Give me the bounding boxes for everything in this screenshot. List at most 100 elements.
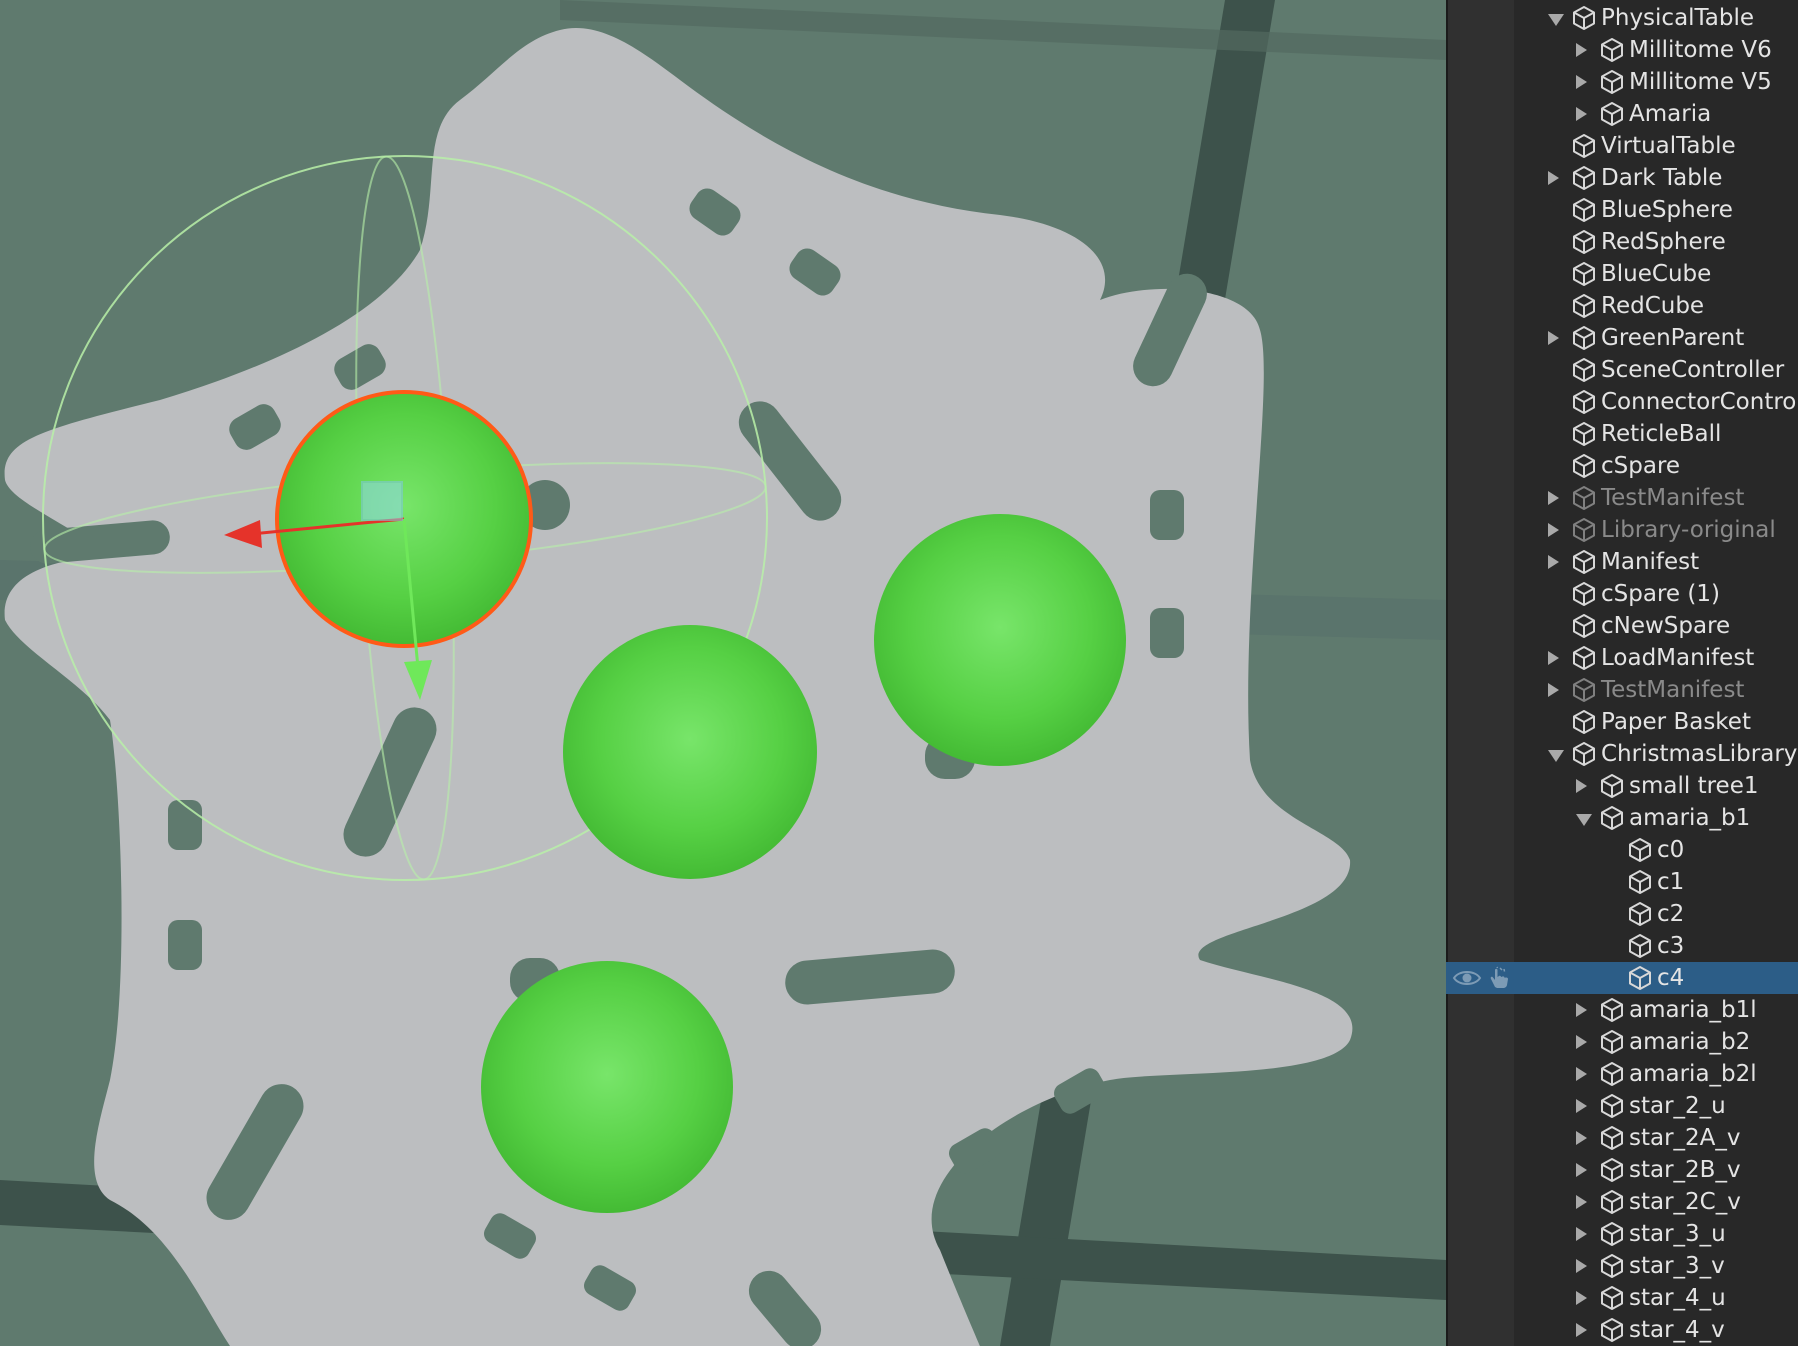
gameobject-cube-icon — [1627, 869, 1653, 895]
hierarchy-item[interactable]: Manifest — [1446, 546, 1798, 578]
scene-viewport[interactable] — [0, 0, 1446, 1346]
hierarchy-item[interactable]: cSpare (1) — [1446, 578, 1798, 610]
hierarchy-item[interactable]: Dark Table — [1446, 162, 1798, 194]
collapse-arrow-icon[interactable] — [1548, 331, 1559, 345]
collapse-arrow-icon[interactable] — [1576, 1003, 1587, 1017]
gameobject-cube-icon — [1599, 773, 1625, 799]
gameobject-cube-icon — [1571, 517, 1597, 543]
hierarchy-item[interactable]: star_3_u — [1446, 1218, 1798, 1250]
hierarchy-item[interactable]: LoadManifest — [1446, 642, 1798, 674]
collapse-arrow-icon[interactable] — [1576, 1099, 1587, 1113]
expand-arrow-icon[interactable] — [1576, 814, 1592, 826]
hierarchy-item-label: star_2B_v — [1629, 1157, 1741, 1183]
hierarchy-item[interactable]: ConnectorContro — [1446, 386, 1798, 418]
collapse-arrow-icon[interactable] — [1576, 1067, 1587, 1081]
scene-view[interactable] — [0, 0, 1446, 1346]
collapse-arrow-icon[interactable] — [1576, 1195, 1587, 1209]
hierarchy-item-label: c1 — [1657, 869, 1685, 895]
gameobject-cube-icon — [1599, 1061, 1625, 1087]
collapse-arrow-icon[interactable] — [1548, 171, 1559, 185]
hierarchy-item[interactable]: amaria_b1 — [1446, 802, 1798, 834]
hierarchy-item[interactable]: c0 — [1446, 834, 1798, 866]
hierarchy-item[interactable]: cSpare — [1446, 450, 1798, 482]
hierarchy-item-label: ReticleBall — [1601, 421, 1722, 447]
collapse-arrow-icon[interactable] — [1576, 1291, 1587, 1305]
hierarchy-item[interactable]: star_4_u — [1446, 1282, 1798, 1314]
hierarchy-item[interactable]: GreenParent — [1446, 322, 1798, 354]
hierarchy-item-label: cSpare — [1601, 453, 1681, 479]
gameobject-cube-icon — [1571, 485, 1597, 511]
collapse-arrow-icon[interactable] — [1576, 1035, 1587, 1049]
hierarchy-item[interactable]: star_2C_v — [1446, 1186, 1798, 1218]
hierarchy-item-label: RedSphere — [1601, 229, 1726, 255]
collapse-arrow-icon[interactable] — [1576, 1131, 1587, 1145]
gameobject-cube-icon — [1599, 1253, 1625, 1279]
hierarchy-item[interactable]: Paper Basket — [1446, 706, 1798, 738]
hierarchy-item[interactable]: Millitome V5 — [1446, 66, 1798, 98]
hierarchy-item[interactable]: c3 — [1446, 930, 1798, 962]
hierarchy-item[interactable]: SceneController — [1446, 354, 1798, 386]
collapse-arrow-icon[interactable] — [1576, 779, 1587, 793]
collapse-arrow-icon[interactable] — [1548, 523, 1559, 537]
collapse-arrow-icon[interactable] — [1576, 1323, 1587, 1337]
hierarchy-item-label: Amaria — [1629, 101, 1712, 127]
pickable-hand-icon[interactable] — [1486, 966, 1512, 990]
collapse-arrow-icon[interactable] — [1548, 491, 1559, 505]
sphere-c2[interactable] — [874, 514, 1126, 766]
collapse-arrow-icon[interactable] — [1576, 1259, 1587, 1273]
hierarchy-item[interactable]: PhysicalTable — [1446, 2, 1798, 34]
collapse-arrow-icon[interactable] — [1576, 75, 1587, 89]
hierarchy-panel[interactable]: PhysicalTable Millitome V6 Millitome V5 Ama… — [1446, 0, 1798, 1346]
sphere-c4[interactable] — [481, 961, 733, 1213]
sphere-c1[interactable] — [563, 625, 817, 879]
hierarchy-item[interactable]: c4 — [1446, 962, 1798, 994]
hierarchy-item[interactable]: star_4_v — [1446, 1314, 1798, 1346]
gameobject-cube-icon — [1599, 1029, 1625, 1055]
hierarchy-item-label: PhysicalTable — [1601, 5, 1755, 31]
hierarchy-item[interactable]: TestManifest — [1446, 482, 1798, 514]
collapse-arrow-icon[interactable] — [1576, 1227, 1587, 1241]
hierarchy-item[interactable]: c1 — [1446, 866, 1798, 898]
gameobject-cube-icon — [1599, 1125, 1625, 1151]
hierarchy-item[interactable]: Library-original — [1446, 514, 1798, 546]
hierarchy-item[interactable]: small tree1 — [1446, 770, 1798, 802]
hierarchy-item[interactable]: RedCube — [1446, 290, 1798, 322]
collapse-arrow-icon[interactable] — [1576, 43, 1587, 57]
collapse-arrow-icon[interactable] — [1576, 107, 1587, 121]
hierarchy-item[interactable]: BlueSphere — [1446, 194, 1798, 226]
collapse-arrow-icon[interactable] — [1548, 683, 1559, 697]
gameobject-cube-icon — [1571, 133, 1597, 159]
hierarchy-item[interactable]: TestManifest — [1446, 674, 1798, 706]
hierarchy-item[interactable]: star_2_u — [1446, 1090, 1798, 1122]
hierarchy-item[interactable]: Amaria — [1446, 98, 1798, 130]
gameobject-cube-icon — [1599, 101, 1625, 127]
hierarchy-item-label: Millitome V6 — [1629, 37, 1772, 63]
hierarchy-item[interactable]: amaria_b2l — [1446, 1058, 1798, 1090]
visibility-eye-icon[interactable] — [1452, 967, 1482, 989]
hierarchy-item[interactable]: VirtualTable — [1446, 130, 1798, 162]
gameobject-cube-icon — [1571, 709, 1597, 735]
hierarchy-item[interactable]: Millitome V6 — [1446, 34, 1798, 66]
hierarchy-item[interactable]: BlueCube — [1446, 258, 1798, 290]
hierarchy-item-label: amaria_b2l — [1629, 1061, 1757, 1087]
hierarchy-item-label: c3 — [1657, 933, 1685, 959]
hierarchy-item[interactable]: cNewSpare — [1446, 610, 1798, 642]
hierarchy-item[interactable]: ReticleBall — [1446, 418, 1798, 450]
hierarchy-item[interactable]: amaria_b1l — [1446, 994, 1798, 1026]
expand-arrow-icon[interactable] — [1548, 750, 1564, 762]
hierarchy-item-label: amaria_b2 — [1629, 1029, 1751, 1055]
hierarchy-item[interactable]: ChristmasLibrary — [1446, 738, 1798, 770]
hierarchy-item[interactable]: star_2B_v — [1446, 1154, 1798, 1186]
hierarchy-item-label: Manifest — [1601, 549, 1700, 575]
collapse-arrow-icon[interactable] — [1548, 651, 1559, 665]
hierarchy-item[interactable]: c2 — [1446, 898, 1798, 930]
hierarchy-item[interactable]: amaria_b2 — [1446, 1026, 1798, 1058]
expand-arrow-icon[interactable] — [1548, 14, 1564, 26]
collapse-arrow-icon[interactable] — [1576, 1163, 1587, 1177]
gameobject-cube-icon — [1571, 677, 1597, 703]
hierarchy-item[interactable]: star_2A_v — [1446, 1122, 1798, 1154]
hierarchy-item[interactable]: star_3_v — [1446, 1250, 1798, 1282]
collapse-arrow-icon[interactable] — [1548, 555, 1559, 569]
hierarchy-item-label: ChristmasLibrary — [1601, 741, 1798, 767]
hierarchy-item[interactable]: RedSphere — [1446, 226, 1798, 258]
